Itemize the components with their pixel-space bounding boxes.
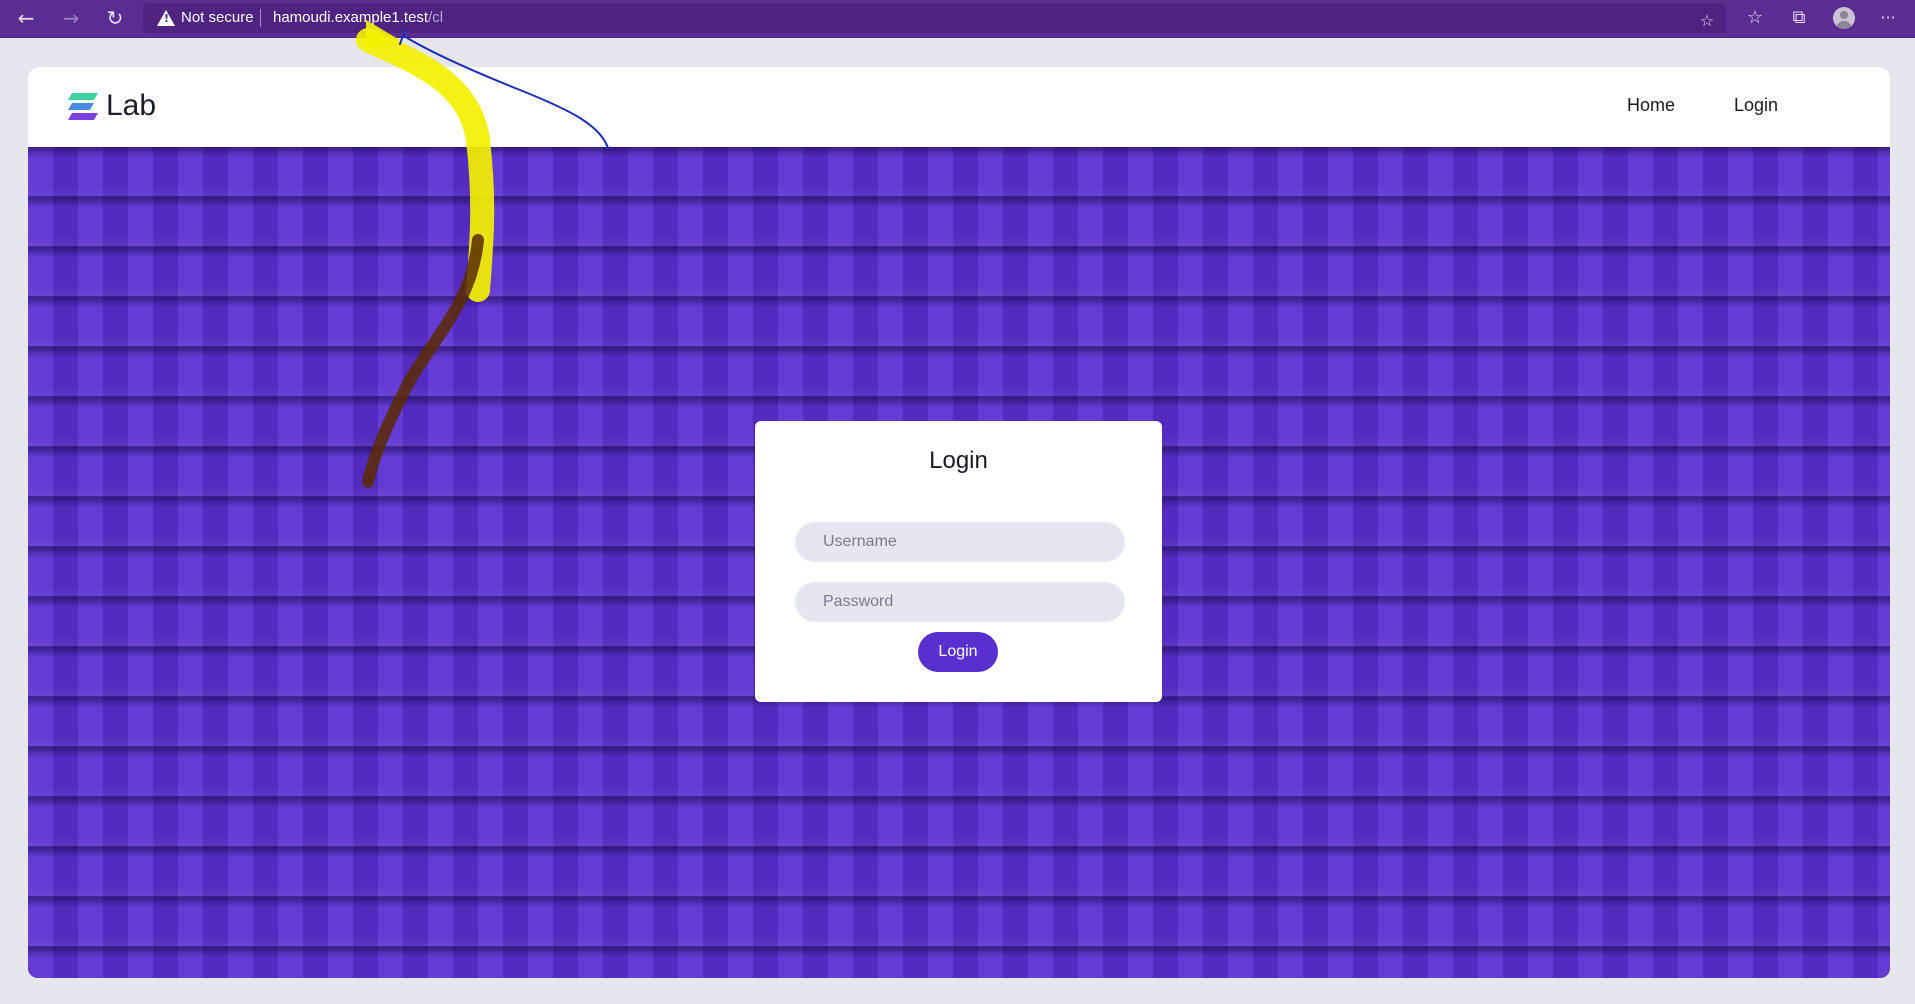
url-text[interactable]: hamoudi.example1.test/cl <box>273 9 443 26</box>
nav-home-link[interactable]: Home <box>1627 95 1675 116</box>
favorite-add-icon[interactable]: ☆ <box>1693 8 1721 34</box>
collections-icon[interactable]: ⧉ <box>1785 5 1813 31</box>
login-submit-button[interactable]: Login <box>918 632 998 672</box>
password-input[interactable] <box>795 582 1125 622</box>
more-icon[interactable]: ··· <box>1874 5 1902 31</box>
username-input[interactable] <box>795 522 1125 562</box>
address-bar[interactable]: Not secure hamoudi.example1.test/cl ☆ <box>143 3 1726 33</box>
page-container: Lab Home Login Login Login <box>28 67 1890 978</box>
profile-icon[interactable] <box>1833 7 1855 29</box>
login-title: Login <box>929 447 988 474</box>
nav-login-link[interactable]: Login <box>1734 95 1778 116</box>
lab-logo-icon[interactable] <box>66 91 98 123</box>
reload-icon[interactable]: ↻ <box>101 5 129 31</box>
favorites-icon[interactable]: ☆ <box>1741 5 1769 31</box>
warning-icon <box>157 10 175 26</box>
logo-text[interactable]: Lab <box>106 89 156 123</box>
forward-arrow-icon[interactable]: → <box>57 5 85 31</box>
browser-toolbar: ← → ↻ Not secure hamoudi.example1.test/c… <box>0 0 1915 38</box>
address-separator <box>260 9 261 27</box>
security-label[interactable]: Not secure <box>181 9 254 26</box>
login-card: Login Login <box>755 421 1162 702</box>
site-header: Lab Home Login <box>28 67 1890 147</box>
back-arrow-icon[interactable]: ← <box>12 5 40 31</box>
url-host: hamoudi.example1.test <box>273 9 429 26</box>
url-path: /cl <box>428 9 444 26</box>
